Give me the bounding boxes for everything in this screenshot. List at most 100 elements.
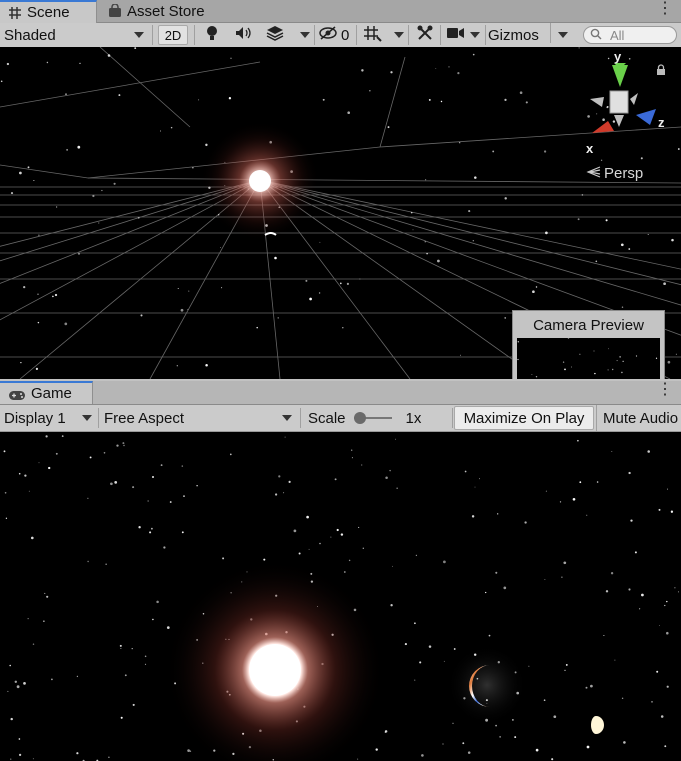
scene-visibility-toggle[interactable]: 0	[318, 23, 354, 47]
tools-toggle[interactable]	[412, 23, 438, 47]
scene-search-input[interactable]: All	[583, 26, 677, 44]
star	[107, 54, 111, 57]
star	[123, 444, 125, 447]
mute-audio-button[interactable]: Mute Audio	[596, 405, 681, 431]
gizmos-dropdown[interactable]: Gizmos	[488, 23, 574, 47]
tab-game[interactable]: Game	[0, 381, 93, 404]
star	[357, 758, 359, 760]
effects-dropdown[interactable]	[262, 23, 314, 47]
tab-scene[interactable]: Scene	[0, 0, 97, 23]
star	[228, 97, 232, 100]
tab-asset-store-label: Asset Store	[127, 2, 205, 20]
star	[437, 259, 440, 263]
projection-toggle[interactable]: Persp	[586, 165, 643, 182]
draw-mode-dropdown[interactable]: Shaded	[0, 23, 150, 47]
star	[140, 314, 143, 317]
camera-settings-dropdown[interactable]	[444, 23, 484, 47]
star	[545, 490, 547, 492]
star	[16, 685, 20, 689]
star	[305, 279, 308, 282]
star	[564, 669, 566, 672]
hidden-eye-icon	[318, 26, 338, 44]
star	[525, 101, 528, 104]
star	[283, 492, 285, 494]
display-dropdown[interactable]: Display 1	[0, 405, 96, 431]
star	[177, 288, 179, 289]
star	[28, 490, 30, 492]
axis-y-label: y	[614, 49, 622, 64]
scene-toolbar: Shaded 2D 0 Gizmos All	[0, 23, 681, 48]
star	[134, 47, 137, 49]
game-tab-bar: Game ⋮	[0, 381, 681, 405]
aspect-dropdown[interactable]: Free Aspect	[100, 405, 298, 431]
scale-slider-thumb[interactable]	[353, 412, 366, 424]
star	[519, 91, 523, 95]
grid-snapping-dropdown[interactable]	[360, 23, 408, 47]
star	[278, 475, 281, 478]
axis-z-label: z	[658, 115, 665, 130]
scale-slider[interactable]	[353, 411, 394, 425]
star	[274, 493, 278, 496]
star	[322, 98, 325, 101]
star	[284, 436, 286, 438]
star	[471, 515, 475, 518]
gizmo-center-cube	[609, 90, 629, 114]
star	[131, 647, 133, 650]
star	[205, 143, 208, 147]
scene-options-menu-icon[interactable]: ⋮	[657, 1, 673, 17]
game-viewport[interactable]	[0, 432, 681, 761]
star	[595, 260, 598, 263]
lighting-toggle[interactable]	[200, 23, 224, 47]
star	[375, 748, 378, 751]
star	[119, 644, 122, 647]
star	[359, 278, 361, 280]
star	[553, 715, 557, 719]
divider	[452, 408, 453, 428]
audio-toggle[interactable]	[230, 23, 258, 47]
star	[414, 679, 416, 681]
star	[603, 634, 605, 637]
tab-scene-label: Scene	[27, 4, 70, 21]
star	[389, 469, 391, 472]
mute-audio-label: Mute Audio	[603, 409, 679, 427]
star	[65, 93, 67, 96]
star	[19, 171, 22, 175]
star	[336, 528, 339, 532]
star	[192, 167, 194, 169]
lock-icon[interactable]	[656, 63, 666, 79]
star	[504, 98, 507, 102]
star	[426, 252, 428, 255]
star	[517, 341, 519, 343]
star	[20, 361, 22, 364]
star	[415, 554, 418, 557]
maximize-on-play-button[interactable]: Maximize On Play	[454, 406, 594, 430]
axis-neg-x-cone	[630, 93, 638, 105]
star	[659, 625, 660, 626]
tab-asset-store[interactable]: Asset Store	[100, 0, 213, 22]
star	[435, 67, 437, 69]
hidden-count: 0	[341, 26, 350, 44]
toggle-2d-label: 2D	[164, 27, 182, 43]
star	[78, 253, 80, 255]
star	[621, 371, 623, 374]
divider	[300, 408, 301, 428]
divider	[440, 25, 441, 45]
star	[565, 663, 568, 666]
draw-mode-value: Shaded	[4, 26, 56, 44]
star	[30, 536, 34, 540]
star	[579, 353, 581, 355]
star	[390, 71, 393, 74]
star	[152, 618, 154, 621]
star	[14, 680, 17, 683]
star	[667, 488, 668, 490]
toggle-2d-button[interactable]: 2D	[158, 25, 188, 45]
axis-neg-z-cone	[590, 97, 604, 107]
star	[655, 357, 658, 359]
game-options-menu-icon[interactable]: ⋮	[657, 382, 673, 398]
scene-viewport[interactable]: y x z Persp Camera Preview	[0, 47, 681, 379]
star	[577, 439, 579, 442]
lightbulb-icon	[205, 25, 219, 45]
star	[472, 240, 474, 242]
star	[298, 552, 301, 555]
star	[474, 176, 477, 179]
